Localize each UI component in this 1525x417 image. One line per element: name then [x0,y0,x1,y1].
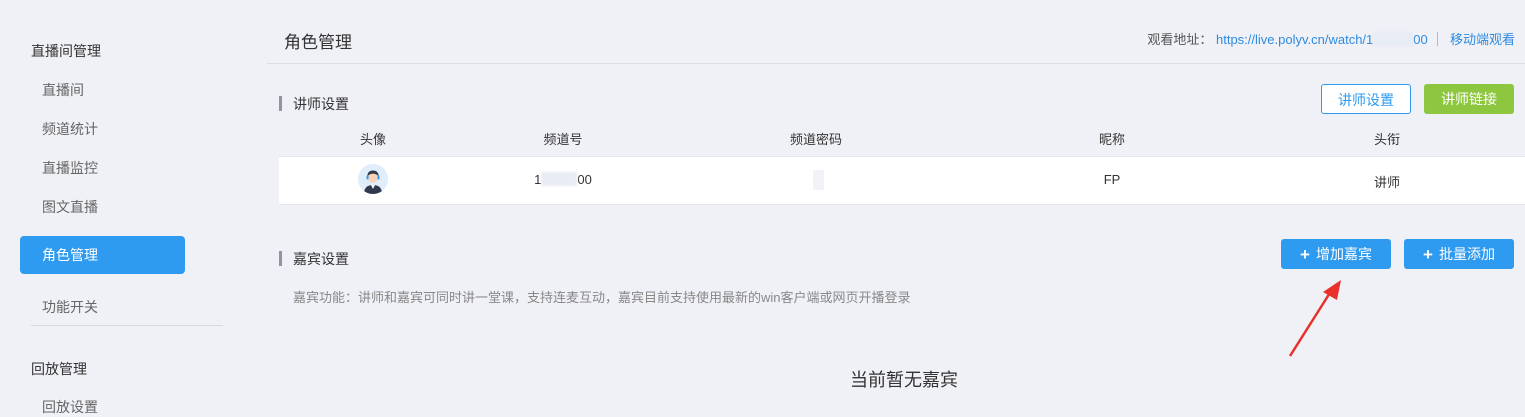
plus-icon: + [1423,245,1433,264]
watch-url-link[interactable]: https://live.polyv.cn/watch/1 00 [1216,32,1428,47]
lecturer-link-button[interactable]: 讲师链接 [1424,84,1514,114]
nav-divider [31,325,223,326]
plus-icon: + [1300,245,1310,264]
watch-address-label: 观看地址： [1147,32,1213,47]
nav-item-feature-switch[interactable]: 功能开关 [42,297,98,317]
channel-id-suffix: 00 [577,172,592,187]
channel-password-redacted [813,170,824,190]
red-arrow-annotation-icon [1288,280,1341,357]
lecturer-avatar [358,164,388,194]
batch-add-button[interactable]: + 批量添加 [1404,239,1514,269]
nav-item-live-monitor[interactable]: 直播监控 [42,158,98,178]
column-header-avatar: 头像 [359,132,387,147]
avatar-person-icon [358,164,388,194]
title-cell: 讲师 [1373,175,1401,190]
column-header-title: 头衔 [1373,132,1401,147]
column-header-nickname: 昵称 [1098,132,1126,147]
sidebar: 直播间管理 直播间 频道统计 直播监控 图文直播 角色管理 功能开关 回放管理 … [0,0,245,415]
guest-feature-hint: 嘉宾功能：讲师和嘉宾可同时讲一堂课，支持连麦互动，嘉宾目前支持使用最新的win客… [293,290,911,305]
nav-group-playback-management: 回放管理 [31,361,87,377]
nickname-cell: FP [1103,172,1121,187]
column-header-channel-password: 频道密码 [789,132,843,147]
page-title: 角色管理 [284,33,352,52]
nav-item-live-room[interactable]: 直播间 [42,80,84,100]
column-header-channel-id: 频道号 [543,132,583,147]
add-guest-button[interactable]: + 增加嘉宾 [1281,239,1391,269]
lecturer-section-title: 讲师设置 [279,94,349,114]
add-guest-label: 增加嘉宾 [1315,246,1372,262]
nav-item-role-management[interactable]: 角色管理 [20,236,185,274]
watch-separator [1437,32,1439,46]
batch-add-label: 批量添加 [1438,246,1495,262]
empty-guest-message: 当前暂无嘉宾 [850,370,958,390]
mobile-watch-link[interactable]: 移动端观看 [1450,32,1515,47]
nav-item-channel-stats[interactable]: 频道统计 [42,119,98,139]
watch-url-prefix: https://live.polyv.cn/watch/1 [1215,32,1374,47]
table-row [279,156,1525,205]
nav-item-image-text-live[interactable]: 图文直播 [42,197,98,217]
header-divider [267,63,1525,64]
lecturer-settings-button[interactable]: 讲师设置 [1321,84,1411,114]
redacted-blur [541,172,578,186]
nav-item-playback-settings[interactable]: 回放设置 [42,397,98,417]
redacted-blur [1373,32,1414,46]
channel-id-prefix: 1 [534,172,542,187]
channel-id-cell: 1 00 [534,172,592,187]
watch-address: 观看地址： https://live.polyv.cn/watch/1 00 移动… [1147,29,1515,48]
watch-url-suffix: 00 [1413,32,1428,47]
nav-group-live-management: 直播间管理 [31,43,101,59]
guest-section-title: 嘉宾设置 [279,249,349,269]
